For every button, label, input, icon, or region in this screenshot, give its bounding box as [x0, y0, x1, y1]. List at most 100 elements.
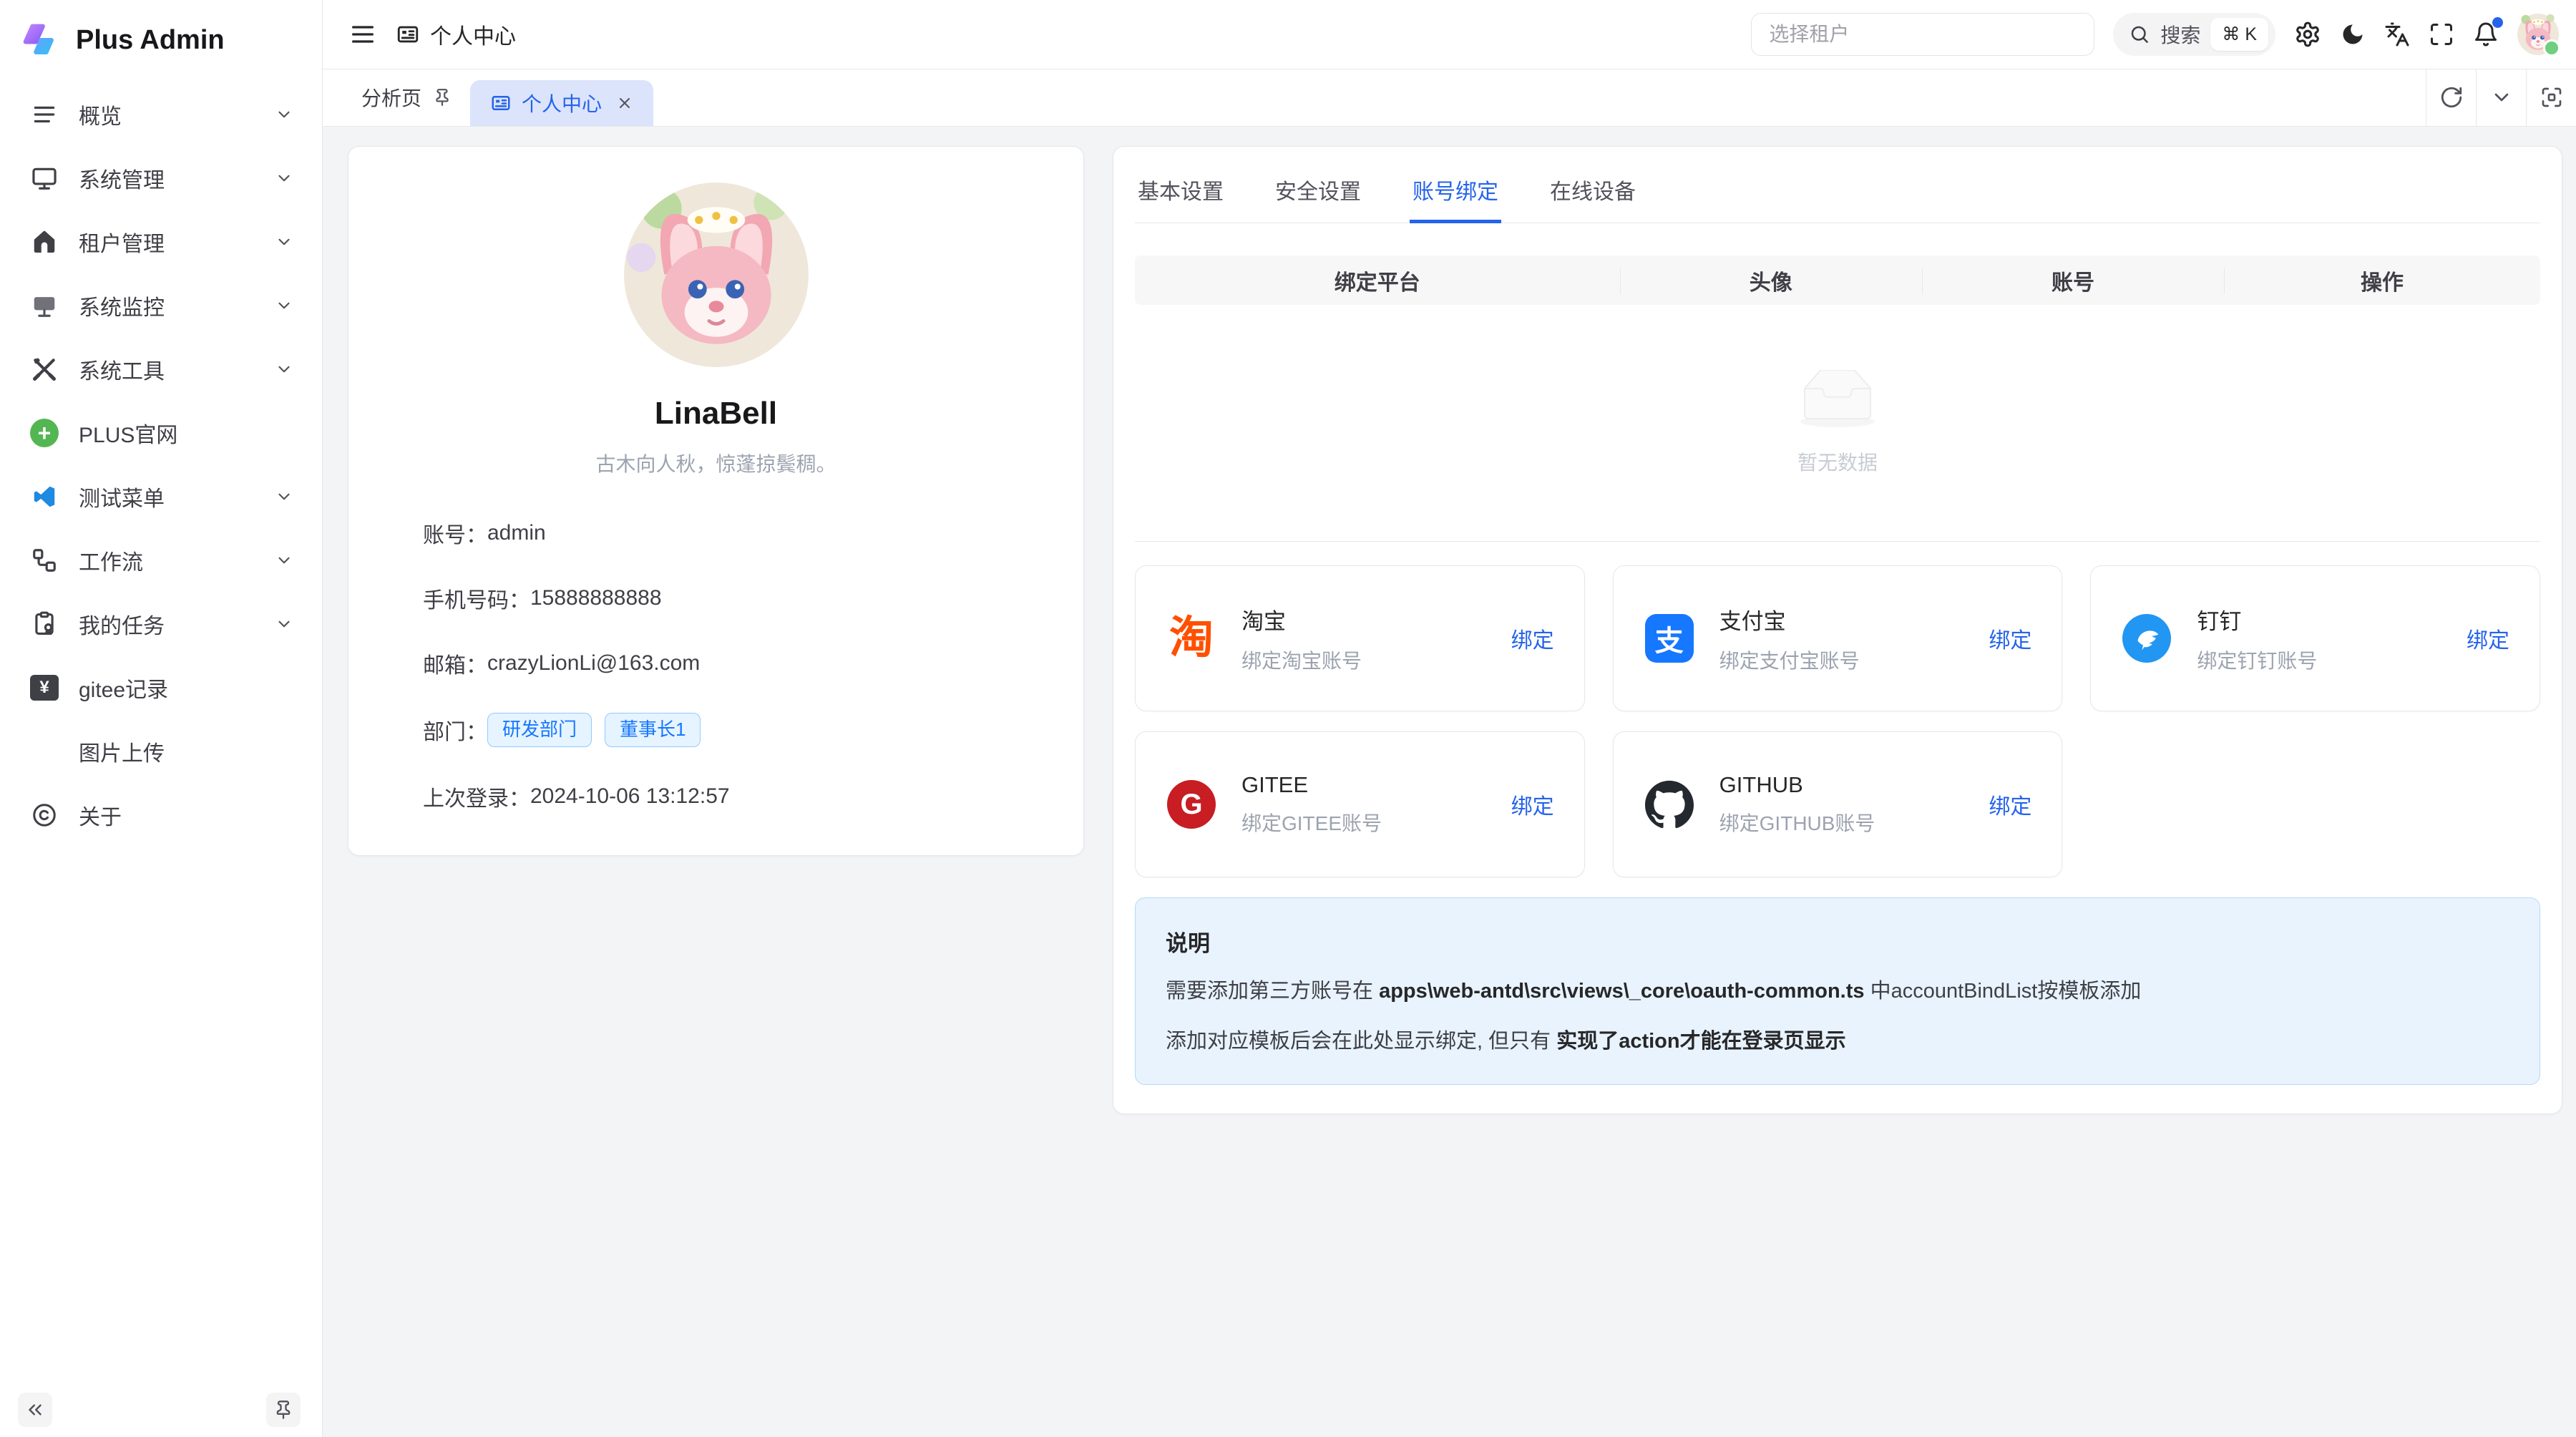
- chevron-down-icon: [275, 487, 293, 506]
- app-root: Plus Admin 概览 系统管理: [0, 0, 2576, 1437]
- department-tag: 董事长1: [605, 713, 701, 747]
- tab-online-devices[interactable]: 在线设备: [1547, 160, 1639, 223]
- tab-analysis[interactable]: 分析页: [343, 69, 470, 126]
- alipay-icon: 支: [1644, 613, 1695, 664]
- tab-account-binding[interactable]: 账号绑定: [1410, 160, 1501, 223]
- tools-icon: [29, 354, 60, 385]
- profile-name: LinaBell: [655, 396, 777, 432]
- empty-inbox-icon: [1792, 370, 1883, 429]
- empty-state: 暂无数据: [1135, 305, 2540, 541]
- github-icon: [1644, 779, 1695, 830]
- note-line-2: 添加对应模板后会在此处显示绑定, 但只有 实现了action才能在登录页显示: [1166, 1026, 2509, 1058]
- empty-text: 暂无数据: [1797, 447, 1878, 476]
- pin-icon[interactable]: [433, 88, 452, 107]
- tenant-select-input[interactable]: [1751, 13, 2094, 56]
- bind-gitee-link[interactable]: 绑定: [1511, 789, 1554, 820]
- main-area: 个人中心 搜索 ⌘ K: [323, 0, 2576, 1437]
- workflow-icon: [29, 545, 60, 576]
- dingtalk-icon: [2121, 613, 2172, 664]
- sidebar-item-system-management[interactable]: 系统管理: [10, 150, 312, 207]
- bind-card-github: GITHUB 绑定GITHUB账号 绑定: [1613, 731, 2063, 877]
- global-search[interactable]: 搜索 ⌘ K: [2113, 13, 2275, 56]
- content: LinaBell 古木向人秋，惊蓬掠鬓稠。 账号： admin 手机号码： 15…: [323, 127, 2576, 1437]
- bind-alipay-link[interactable]: 绑定: [1989, 623, 2031, 654]
- plus-circle-icon: +: [29, 417, 60, 449]
- bind-github-link[interactable]: 绑定: [1989, 789, 2031, 820]
- sidebar-pin-button[interactable]: [266, 1393, 301, 1427]
- sidebar-item-gitee-record[interactable]: ¥ gitee记录: [10, 659, 312, 716]
- header: 个人中心 搜索 ⌘ K: [323, 0, 2576, 69]
- logo[interactable]: Plus Admin: [0, 0, 322, 80]
- close-icon[interactable]: [616, 94, 633, 112]
- department-tag: 研发部门: [487, 713, 592, 747]
- yen-calendar-icon: ¥: [29, 672, 60, 703]
- bind-card-taobao: 淘 淘宝 绑定淘宝账号 绑定: [1135, 565, 1585, 711]
- sidebar-item-tenant-management[interactable]: 租户管理: [10, 213, 312, 271]
- search-label: 搜索: [2160, 20, 2200, 49]
- gitee-icon: G: [1166, 779, 1217, 830]
- bell-icon[interactable]: [2473, 21, 2499, 47]
- chevron-down-icon: [275, 105, 293, 124]
- sidebar: Plus Admin 概览 系统管理: [0, 0, 323, 1437]
- tab-security-settings[interactable]: 安全设置: [1272, 160, 1364, 223]
- user-avatar[interactable]: [2517, 14, 2559, 55]
- fullscreen-icon[interactable]: [2429, 21, 2454, 47]
- online-status-dot: [2543, 39, 2560, 57]
- note-title: 说明: [1166, 925, 2509, 958]
- sidebar-item-about[interactable]: 关于: [10, 786, 312, 844]
- sidebar-item-overview[interactable]: 概览: [10, 86, 312, 143]
- profile-field-account: 账号： admin: [423, 517, 1040, 549]
- vscode-icon: [29, 481, 60, 512]
- profile-motto: 古木向人秋，惊蓬掠鬓稠。: [595, 449, 836, 477]
- tab-menu-chevron-button[interactable]: [2476, 69, 2526, 126]
- id-card-icon: [396, 22, 420, 47]
- sidebar-item-image-upload[interactable]: 图片上传: [10, 723, 312, 780]
- moon-icon[interactable]: [2340, 21, 2366, 47]
- clipboard-icon: [29, 608, 60, 640]
- sidebar-item-system-monitor[interactable]: 系统监控: [10, 277, 312, 334]
- tab-label: 分析页: [361, 83, 421, 112]
- bind-card-alipay: 支 支付宝 绑定支付宝账号 绑定: [1613, 565, 2063, 711]
- sidebar-nav: 概览 系统管理 租户管理: [0, 80, 322, 850]
- maximize-content-button[interactable]: [2526, 69, 2576, 126]
- translate-icon[interactable]: [2384, 21, 2410, 47]
- sidebar-item-test-menu[interactable]: 测试菜单: [10, 468, 312, 525]
- sidebar-item-workflow[interactable]: 工作流: [10, 532, 312, 589]
- tab-label: 个人中心: [522, 89, 602, 117]
- profile-field-last-login: 上次登录： 2024-10-06 13:12:57: [423, 781, 1040, 812]
- monitor-icon: [29, 162, 60, 194]
- profile-field-phone: 手机号码： 15888888888: [423, 583, 1040, 614]
- breadcrumb-label: 个人中心: [430, 19, 516, 50]
- bind-card-gitee: G GITEE 绑定GITEE账号 绑定: [1135, 731, 1585, 877]
- note-line-1: 需要添加第三方账号在 apps\web-antd\src\views\_core…: [1166, 976, 2509, 1008]
- hamburger-menu-icon[interactable]: [348, 20, 377, 49]
- logo-icon: [19, 19, 60, 61]
- breadcrumb[interactable]: 个人中心: [396, 19, 516, 50]
- no-icon: [29, 736, 60, 767]
- settings-panel: 基本设置 安全设置 账号绑定 在线设备 绑定平台 头像 账号 操作: [1113, 146, 2562, 1114]
- sidebar-item-my-tasks[interactable]: 我的任务: [10, 595, 312, 653]
- chevron-down-icon: [275, 296, 293, 315]
- tabbar: 分析页 个人中心: [323, 69, 2576, 127]
- panel-tabs: 基本设置 安全设置 账号绑定 在线设备: [1135, 160, 2540, 223]
- list-icon: [29, 99, 60, 130]
- bind-dingtalk-link[interactable]: 绑定: [2467, 623, 2509, 654]
- note-box: 说明 需要添加第三方账号在 apps\web-antd\src\views\_c…: [1135, 897, 2540, 1085]
- search-icon: [2129, 24, 2150, 45]
- copyright-icon: [29, 799, 60, 831]
- tab-personal-center[interactable]: 个人中心: [470, 80, 653, 126]
- divider: [1135, 541, 2540, 542]
- bind-taobao-link[interactable]: 绑定: [1511, 623, 1554, 654]
- bind-card-dingtalk: 钉钉 绑定钉钉账号 绑定: [2090, 565, 2540, 711]
- chevron-down-icon: [275, 169, 293, 187]
- sidebar-item-system-tools[interactable]: 系统工具: [10, 341, 312, 398]
- refresh-button[interactable]: [2426, 69, 2476, 126]
- chevron-down-icon: [275, 233, 293, 251]
- sidebar-item-plus-site[interactable]: + PLUS官网: [10, 404, 312, 462]
- profile-field-department: 部门： 研发部门 董事长1: [423, 713, 1040, 747]
- gear-icon[interactable]: [2294, 21, 2321, 48]
- search-shortcut: ⌘ K: [2210, 18, 2268, 51]
- sidebar-collapse-button[interactable]: [18, 1393, 52, 1427]
- profile-avatar: [624, 182, 809, 367]
- tab-basic-settings[interactable]: 基本设置: [1135, 160, 1226, 223]
